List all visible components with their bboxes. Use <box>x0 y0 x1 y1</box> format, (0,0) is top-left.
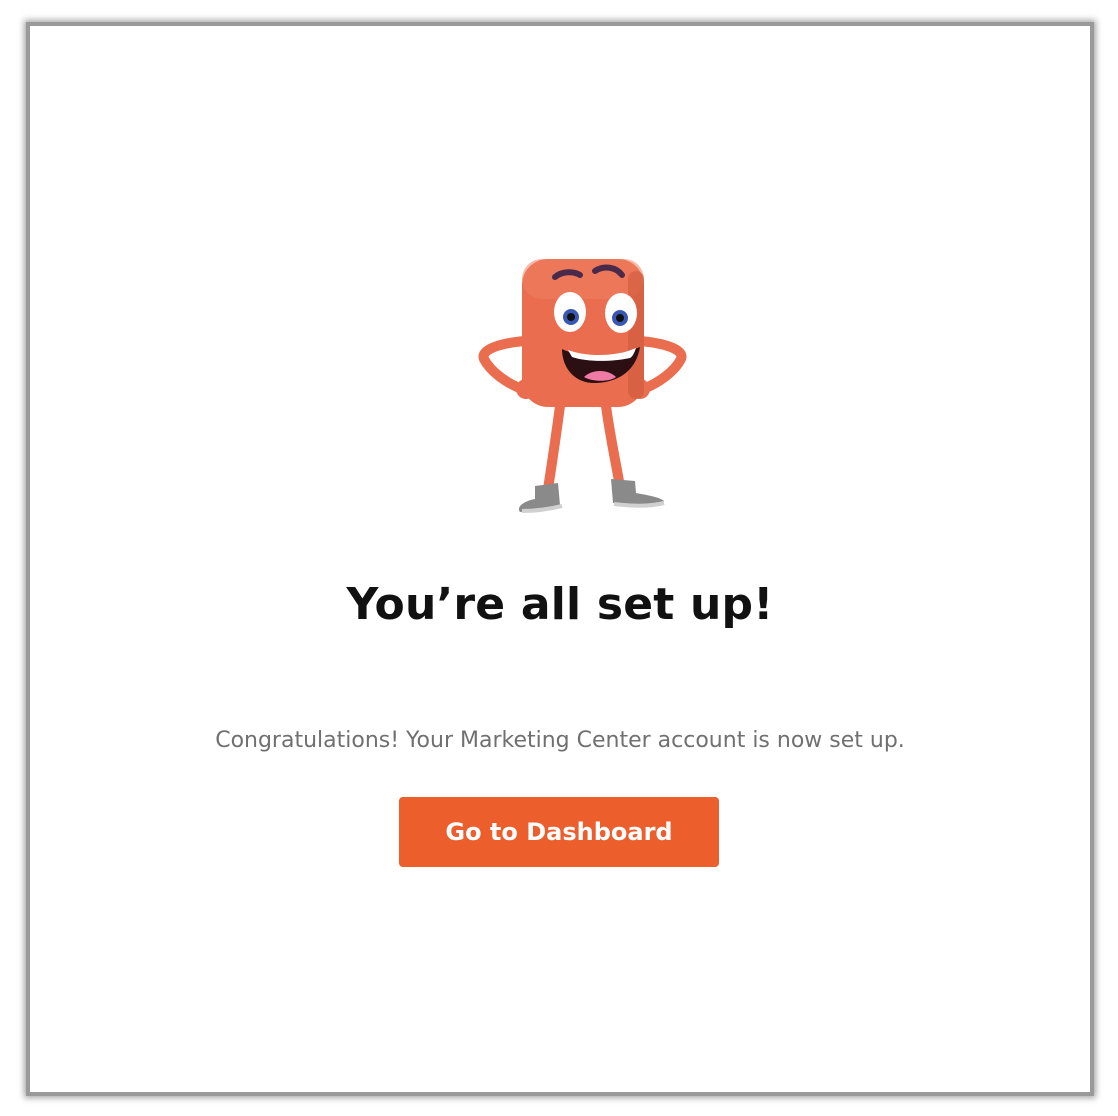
page-title: You’re all set up! <box>346 579 774 630</box>
success-message: Congratulations! Your Marketing Center a… <box>215 728 905 753</box>
go-to-dashboard-button[interactable]: Go to Dashboard <box>399 797 719 867</box>
mascot-icon <box>478 259 687 513</box>
success-dialog: You’re all set up! Congratulations! Your… <box>26 22 1094 1096</box>
